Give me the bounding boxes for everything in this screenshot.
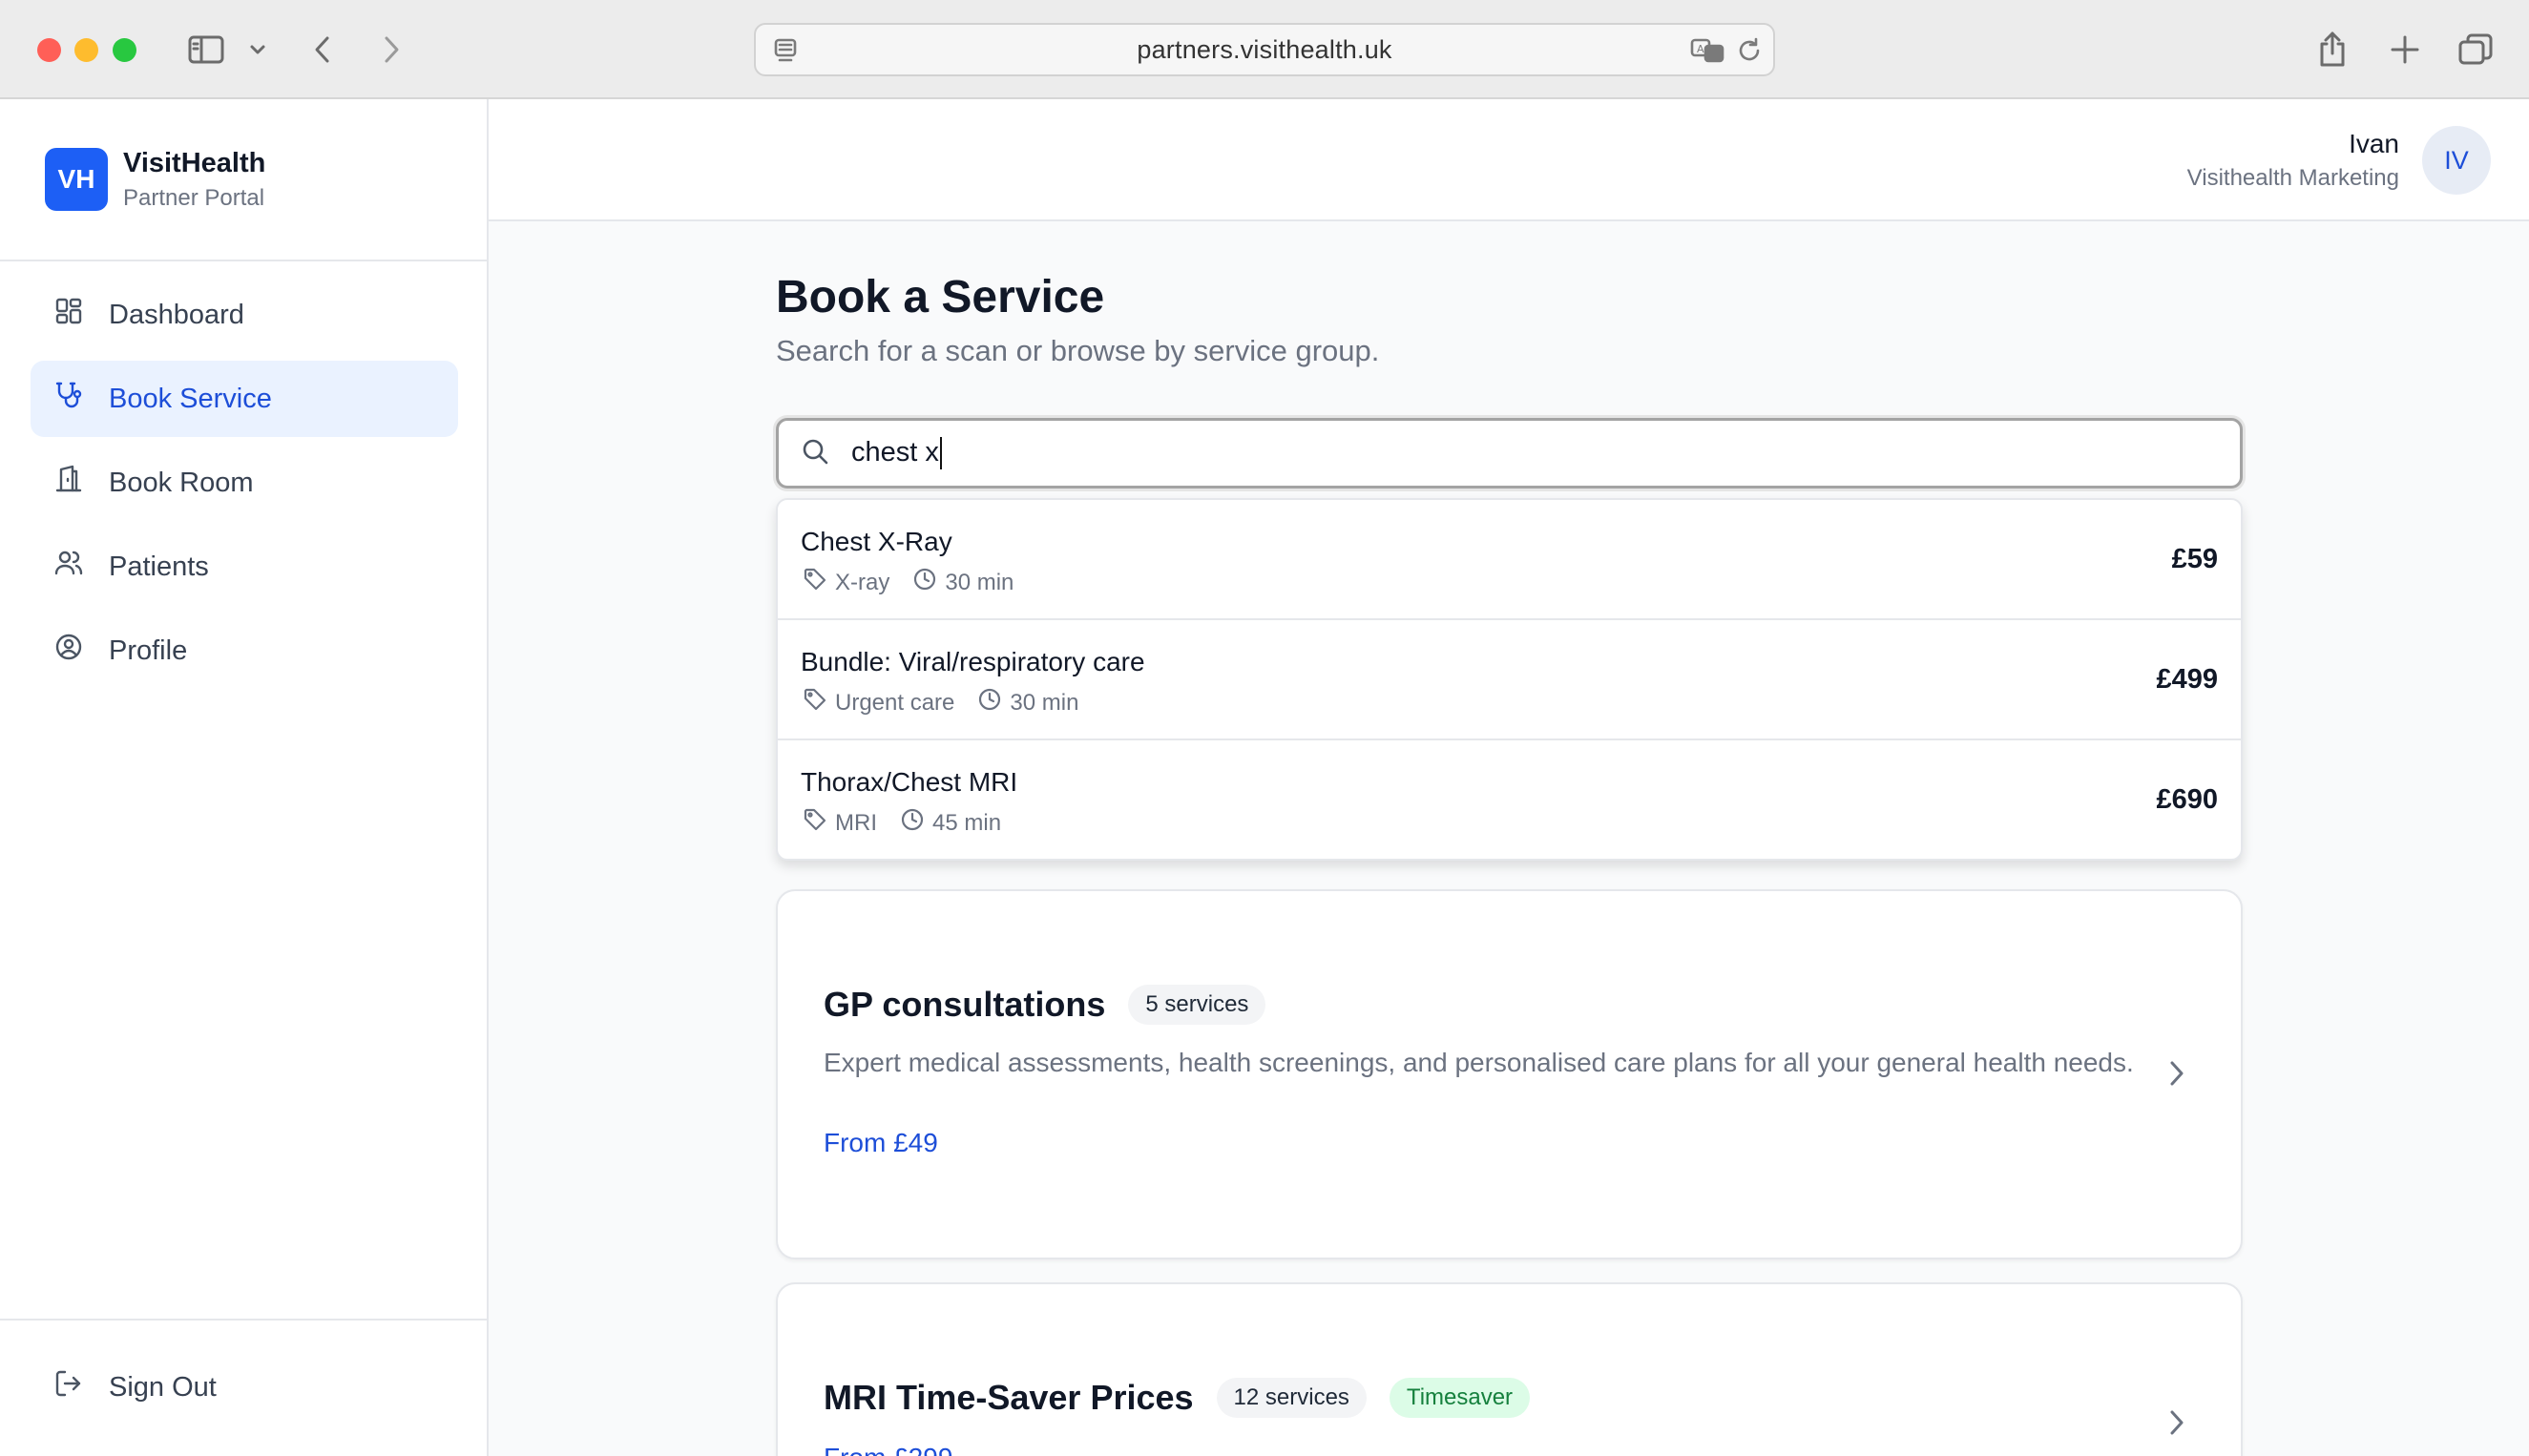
sidebar-item-label: Profile bbox=[109, 634, 188, 666]
sidebar-item-label: Patients bbox=[109, 551, 209, 582]
tab-overview-icon[interactable] bbox=[2455, 29, 2497, 71]
users-icon bbox=[53, 548, 84, 586]
user-circle-icon bbox=[53, 632, 84, 670]
result-price: £499 bbox=[2156, 664, 2218, 695]
avatar[interactable]: IV bbox=[2422, 126, 2491, 195]
page-title: Book a Service bbox=[776, 272, 1105, 322]
reload-icon[interactable] bbox=[1735, 36, 1764, 70]
service-count-badge: 5 services bbox=[1128, 985, 1266, 1025]
share-icon[interactable] bbox=[2313, 29, 2351, 71]
result-category: MRI bbox=[835, 809, 877, 836]
text-caret bbox=[939, 437, 942, 470]
service-group-card[interactable]: GP consultations 5 services Expert medic… bbox=[776, 889, 2243, 1259]
page-subtitle: Search for a scan or browse by service g… bbox=[776, 334, 1380, 367]
sidebar-item-label: Dashboard bbox=[109, 299, 244, 330]
top-bar: Ivan Visithealth Marketing IV bbox=[489, 99, 2529, 221]
clock-icon bbox=[912, 567, 937, 598]
search-result-item[interactable]: Chest X-Ray X-ray 30 min £59 bbox=[778, 500, 2241, 620]
result-name: Thorax/Chest MRI bbox=[801, 767, 1018, 797]
user-name: Ivan bbox=[2349, 129, 2399, 158]
group-title: MRI Time-Saver Prices bbox=[824, 1378, 1194, 1417]
sign-out-button[interactable]: Sign Out bbox=[53, 1368, 217, 1406]
building-icon bbox=[53, 464, 84, 502]
group-price-from: From £299 bbox=[824, 1443, 952, 1456]
dashboard-icon bbox=[53, 296, 84, 334]
page-settings-icon[interactable] bbox=[771, 36, 800, 70]
user-menu[interactable]: Ivan Visithealth Marketing IV bbox=[2187, 126, 2491, 195]
sidebar-item-profile[interactable]: Profile bbox=[31, 613, 458, 689]
result-price: £690 bbox=[2156, 784, 2218, 815]
result-price: £59 bbox=[2171, 544, 2218, 574]
service-group-card[interactable]: MRI Time-Saver Prices 12 services Timesa… bbox=[776, 1282, 2243, 1456]
sidebar-item-patients[interactable]: Patients bbox=[31, 529, 458, 605]
result-duration: 30 min bbox=[1010, 689, 1079, 716]
group-description: Expert medical assessments, health scree… bbox=[824, 1048, 2134, 1077]
result-duration: 45 min bbox=[932, 809, 1002, 836]
result-duration: 30 min bbox=[945, 569, 1014, 595]
address-bar[interactable]: partners.visithealth.uk A bbox=[754, 23, 1775, 76]
user-organization: Visithealth Marketing bbox=[2186, 165, 2399, 191]
chevron-right-icon bbox=[2166, 1059, 2187, 1092]
result-name: Chest X-Ray bbox=[801, 527, 952, 556]
result-category: X-ray bbox=[835, 569, 890, 595]
search-result-item[interactable]: Bundle: Viral/respiratory care Urgent ca… bbox=[778, 620, 2241, 740]
search-query-text: chest x bbox=[851, 436, 939, 468]
sidebar-item-book-service[interactable]: Book Service bbox=[31, 361, 458, 437]
group-title: GP consultations bbox=[824, 985, 1106, 1024]
tag-icon bbox=[803, 567, 827, 598]
svg-text:A: A bbox=[1697, 43, 1704, 55]
result-category: Urgent care bbox=[835, 689, 955, 716]
chevron-right-icon bbox=[2166, 1408, 2187, 1442]
sidebar: VH VisitHealth Partner Portal Dashboard … bbox=[0, 99, 489, 1456]
sidebar-footer: Sign Out bbox=[0, 1319, 487, 1456]
timesaver-badge: Timesaver bbox=[1389, 1378, 1531, 1418]
result-name: Bundle: Viral/respiratory care bbox=[801, 647, 1145, 676]
sidebar-item-book-room[interactable]: Book Room bbox=[31, 445, 458, 521]
search-results-dropdown: Chest X-Ray X-ray 30 min £59 Bundle: Vir… bbox=[776, 498, 2243, 861]
new-tab-icon[interactable] bbox=[2386, 29, 2424, 71]
logout-icon bbox=[53, 1368, 84, 1406]
tag-icon bbox=[803, 807, 827, 839]
group-price-from: From £49 bbox=[824, 1128, 938, 1157]
clock-icon bbox=[977, 687, 1002, 718]
tag-icon bbox=[803, 687, 827, 718]
translate-icon[interactable]: A bbox=[1689, 36, 1727, 70]
sidebar-item-label: Book Room bbox=[109, 467, 254, 498]
search-result-item[interactable]: Thorax/Chest MRI MRI 45 min £690 bbox=[778, 740, 2241, 859]
url-text: partners.visithealth.uk bbox=[1137, 34, 1392, 64]
service-count-badge: 12 services bbox=[1216, 1378, 1367, 1418]
search-icon bbox=[779, 436, 830, 471]
search-input[interactable]: chest x bbox=[776, 418, 2243, 489]
stethoscope-icon bbox=[53, 380, 84, 418]
sidebar-item-label: Book Service bbox=[109, 383, 272, 414]
sidebar-item-dashboard[interactable]: Dashboard bbox=[31, 277, 458, 353]
sign-out-label: Sign Out bbox=[109, 1371, 217, 1403]
clock-icon bbox=[900, 807, 925, 839]
sidebar-nav: Dashboard Book Service Book Room Patient… bbox=[0, 0, 489, 697]
main-content: Book a Service Search for a scan or brow… bbox=[489, 221, 2529, 1456]
